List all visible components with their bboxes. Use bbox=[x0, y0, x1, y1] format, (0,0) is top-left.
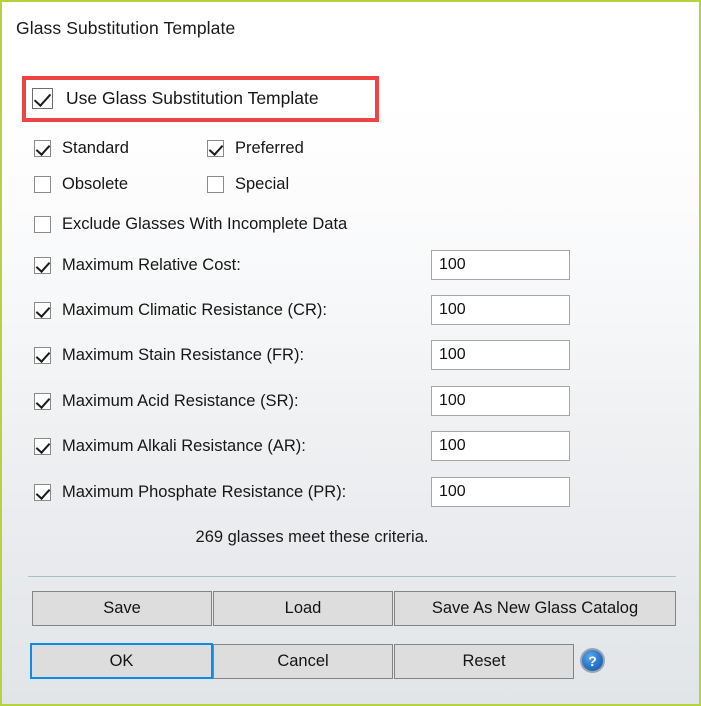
checkbox-row-maximum-alkali-resistance[interactable]: Maximum Alkali Resistance (AR): bbox=[34, 437, 306, 456]
checkbox-preferred[interactable] bbox=[207, 140, 224, 157]
checkbox-row-use-glass-substitution-template[interactable]: Use Glass Substitution Template bbox=[32, 88, 319, 109]
checkbox-maximum-stain-resistance[interactable] bbox=[34, 347, 51, 364]
input-maximum-phosphate-resistance[interactable] bbox=[431, 477, 570, 507]
checkbox-maximum-alkali-resistance[interactable] bbox=[34, 438, 51, 455]
checkbox-label-maximum-relative-cost: Maximum Relative Cost: bbox=[62, 256, 241, 274]
checkbox-label-maximum-acid-resistance: Maximum Acid Resistance (SR): bbox=[62, 392, 299, 410]
glass-substitution-template-dialog: Glass Substitution Template Use Glass Su… bbox=[0, 0, 701, 706]
save-as-new-glass-catalog-button[interactable]: Save As New Glass Catalog bbox=[394, 591, 676, 626]
checkbox-row-obsolete[interactable]: Obsolete bbox=[34, 175, 128, 194]
checkbox-label-maximum-alkali-resistance: Maximum Alkali Resistance (AR): bbox=[62, 437, 306, 455]
cancel-button[interactable]: Cancel bbox=[213, 644, 393, 679]
checkbox-maximum-acid-resistance[interactable] bbox=[34, 393, 51, 410]
section-divider bbox=[28, 576, 676, 577]
save-button[interactable]: Save bbox=[32, 591, 212, 626]
checkbox-maximum-phosphate-resistance[interactable] bbox=[34, 484, 51, 501]
checkbox-row-special[interactable]: Special bbox=[207, 175, 289, 194]
input-maximum-relative-cost[interactable] bbox=[431, 250, 570, 280]
input-maximum-acid-resistance[interactable] bbox=[431, 386, 570, 416]
checkbox-maximum-relative-cost[interactable] bbox=[34, 257, 51, 274]
checkbox-label-standard: Standard bbox=[62, 139, 129, 157]
checkbox-label-exclude-incomplete-data: Exclude Glasses With Incomplete Data bbox=[62, 215, 348, 233]
checkbox-row-exclude-incomplete-data[interactable]: Exclude Glasses With Incomplete Data bbox=[34, 215, 347, 234]
checkbox-label-preferred: Preferred bbox=[235, 139, 304, 157]
checkbox-obsolete[interactable] bbox=[34, 176, 51, 193]
checkbox-standard[interactable] bbox=[34, 140, 51, 157]
checkbox-use-glass-substitution-template[interactable] bbox=[32, 88, 53, 109]
checkbox-row-standard[interactable]: Standard bbox=[34, 139, 129, 158]
ok-button[interactable]: OK bbox=[30, 643, 213, 679]
help-icon[interactable]: ? bbox=[580, 648, 605, 673]
checkbox-maximum-climatic-resistance[interactable] bbox=[34, 302, 51, 319]
checkbox-label-maximum-climatic-resistance: Maximum Climatic Resistance (CR): bbox=[62, 301, 327, 319]
checkbox-exclude-incomplete-data[interactable] bbox=[34, 216, 51, 233]
checkbox-row-preferred[interactable]: Preferred bbox=[207, 139, 304, 158]
checkbox-label-obsolete: Obsolete bbox=[62, 175, 129, 193]
input-maximum-stain-resistance[interactable] bbox=[431, 340, 570, 370]
input-maximum-climatic-resistance[interactable] bbox=[431, 295, 570, 325]
checkbox-label-maximum-phosphate-resistance: Maximum Phosphate Resistance (PR): bbox=[62, 483, 347, 501]
status-text: 269 glasses meet these criteria. bbox=[195, 528, 429, 546]
load-button[interactable]: Load bbox=[213, 591, 393, 626]
checkbox-label-maximum-stain-resistance: Maximum Stain Resistance (FR): bbox=[62, 346, 305, 364]
checkbox-label-use-glass-substitution-template: Use Glass Substitution Template bbox=[66, 88, 319, 108]
checkbox-row-maximum-stain-resistance[interactable]: Maximum Stain Resistance (FR): bbox=[34, 346, 304, 365]
checkbox-row-maximum-phosphate-resistance[interactable]: Maximum Phosphate Resistance (PR): bbox=[34, 483, 346, 502]
input-maximum-alkali-resistance[interactable] bbox=[431, 431, 570, 461]
checkbox-row-maximum-climatic-resistance[interactable]: Maximum Climatic Resistance (CR): bbox=[34, 301, 327, 320]
checkbox-row-maximum-acid-resistance[interactable]: Maximum Acid Resistance (SR): bbox=[34, 392, 299, 411]
page-title: Glass Substitution Template bbox=[16, 18, 236, 38]
checkbox-special[interactable] bbox=[207, 176, 224, 193]
reset-button[interactable]: Reset bbox=[394, 644, 574, 679]
checkbox-row-maximum-relative-cost[interactable]: Maximum Relative Cost: bbox=[34, 256, 241, 275]
checkbox-label-special: Special bbox=[235, 175, 290, 193]
